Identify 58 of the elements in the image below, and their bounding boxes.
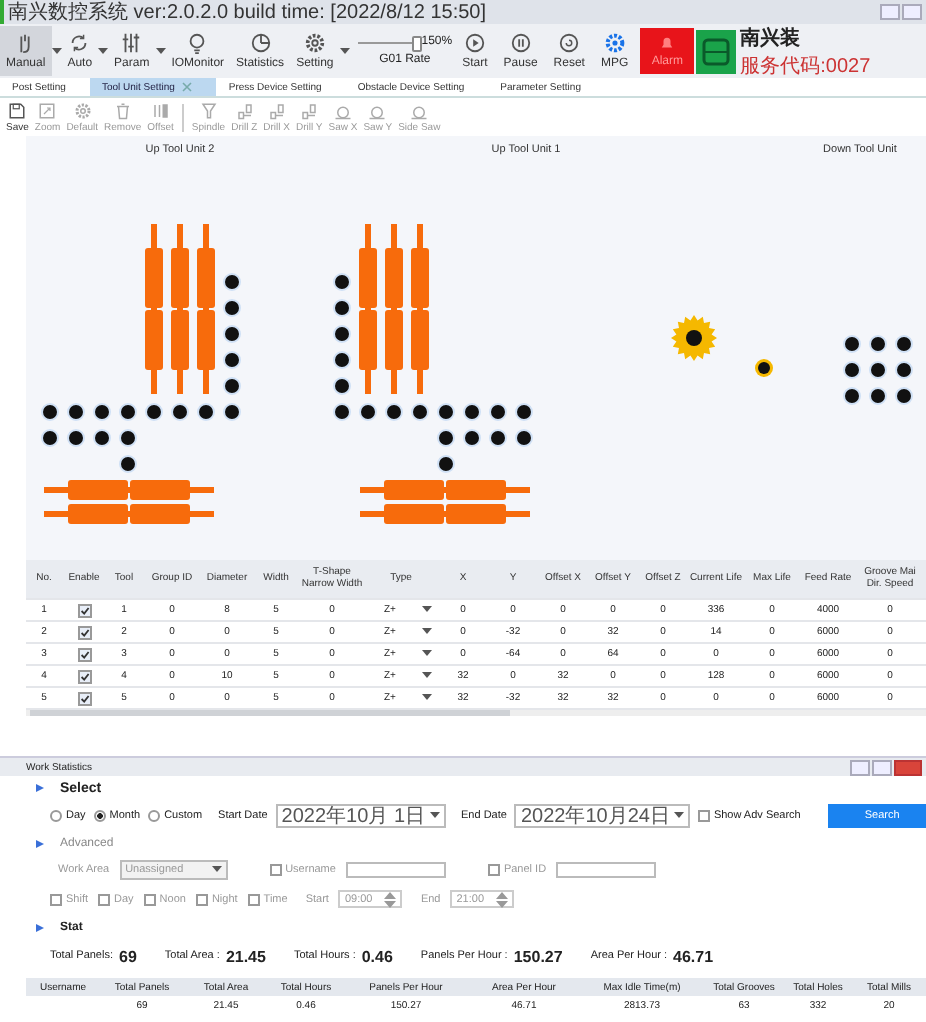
saw-icon [410, 101, 429, 119]
brand-name: 南兴装 [740, 25, 803, 51]
sliders-icon [120, 32, 143, 54]
service-code: 服务代码:0027 [740, 53, 871, 78]
cycle-icon [68, 32, 91, 54]
caret-icon [422, 672, 432, 680]
caret-icon [422, 628, 432, 636]
drill-icon [755, 359, 773, 377]
date-picker[interactable]: 2022年10月24日 [514, 804, 690, 828]
drill-icon [267, 101, 286, 119]
lightbulb-icon [186, 32, 209, 54]
date-picker[interactable]: 2022年10月 1日 [275, 804, 446, 828]
bell-icon [660, 35, 675, 49]
enable-checkbox[interactable] [77, 669, 91, 683]
spindle-icon [199, 101, 218, 119]
caret-icon [429, 812, 440, 820]
saw-blade-icon [671, 315, 717, 361]
caret-icon [422, 606, 432, 614]
window-title: 南兴数控系统 ver:2.0.2.0 build time: [2022/8/12 15:50] [8, 0, 487, 26]
expand-arrow-icon[interactable] [36, 784, 44, 792]
caret-icon [339, 47, 350, 55]
total-value: 69 [119, 947, 137, 965]
reset-icon [558, 32, 581, 54]
enable-checkbox[interactable] [77, 647, 91, 661]
expand-arrow-icon[interactable] [36, 924, 44, 932]
offset-icon [151, 101, 170, 119]
scrollbar-thumb[interactable] [30, 710, 510, 716]
pause-icon [509, 32, 532, 54]
drill-icon [300, 101, 319, 119]
caret-icon [422, 694, 432, 702]
total-value: 46.71 [673, 947, 714, 965]
caret-icon [155, 47, 166, 55]
settings-icon [73, 101, 92, 119]
saw-icon [368, 101, 387, 119]
total-value: 21.45 [225, 947, 266, 965]
drill-icon [235, 101, 254, 119]
total-value: 0.46 [361, 947, 393, 965]
enable-checkbox[interactable] [77, 603, 91, 617]
logo-icon [696, 29, 737, 73]
save-icon [8, 101, 27, 119]
pie-chart-icon [249, 32, 272, 54]
caret-icon [422, 650, 432, 658]
zoom-icon [38, 101, 57, 119]
caret-icon [51, 47, 62, 55]
play-icon [463, 32, 486, 54]
saw-icon [333, 101, 352, 119]
caret-icon [211, 865, 222, 873]
caret-icon [98, 47, 109, 55]
spinner-icon [496, 891, 509, 907]
close-button[interactable] [894, 759, 922, 775]
spinner-icon [384, 891, 397, 907]
enable-checkbox[interactable] [77, 625, 91, 639]
gear-icon [603, 32, 626, 54]
trash-icon [113, 101, 132, 119]
enable-checkbox[interactable] [77, 691, 91, 705]
total-value: 150.27 [513, 947, 563, 965]
caret-icon [673, 812, 684, 820]
settings-icon [303, 32, 326, 54]
